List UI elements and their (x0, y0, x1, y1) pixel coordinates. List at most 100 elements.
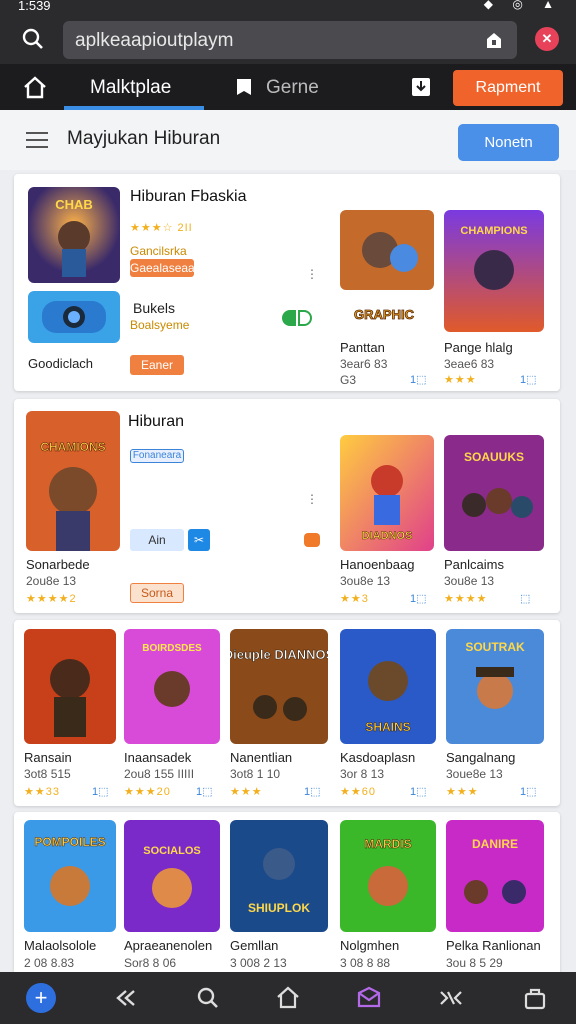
app-thumbnail[interactable]: CHAB (28, 187, 120, 283)
add-icon[interactable]: + (26, 983, 56, 1013)
menu-icon[interactable] (26, 132, 48, 148)
bag-icon[interactable] (522, 985, 548, 1011)
app-thumbnail[interactable]: MARDIS (340, 820, 436, 932)
app-name: Pelka Ranlionan (446, 938, 541, 953)
card-title: Hiburan Fbaskia (130, 188, 247, 205)
app-meta: G3 (340, 373, 357, 387)
app-badge: 1⬚ (520, 374, 537, 386)
app-sub: 3ot8 515 (24, 767, 71, 781)
app-badge: 1⬚ (304, 786, 321, 798)
profile-avatar-icon[interactable]: ✕ (535, 27, 559, 51)
app-thumbnail[interactable]: Dieuple DIANNOS (230, 629, 328, 744)
app-thumbnail[interactable]: SOCIALOS (124, 820, 220, 932)
app-meta: ★★★ (444, 374, 477, 386)
app-thumbnail[interactable]: DIADNOS (340, 435, 434, 551)
app-name: Nanentlian (230, 750, 293, 765)
featured-card-1: CHAB Hiburan Fbaskia ★★★☆ 2II Gancilsrka… (14, 174, 560, 391)
app-name: Malaolsolole (24, 938, 97, 953)
some-button[interactable]: Sorna (130, 583, 184, 603)
gamepad-thumbnail[interactable] (28, 291, 120, 343)
page-header: Mayjukan Hiburan Nonetn (0, 110, 576, 170)
app-name: Kasdoaplasn (340, 750, 416, 765)
app-sub: 3ou8e 13 (340, 574, 391, 588)
app-sub: 3or 8 13 (340, 767, 385, 781)
download-icon[interactable] (410, 76, 432, 98)
app-name: Inaansadek (124, 750, 192, 765)
item-sub: Boalsyeme (130, 318, 190, 332)
svg-text:SHAINS: SHAINS (365, 720, 410, 734)
row-label: Goodiclach (28, 356, 94, 371)
bookmark-icon[interactable] (234, 77, 254, 97)
home-icon[interactable] (275, 985, 301, 1011)
toggle-icon[interactable] (282, 310, 312, 326)
enter-button[interactable]: Eaner (130, 355, 184, 375)
app-thumbnail[interactable]: SOUTRAK (446, 629, 544, 744)
dots-icon[interactable]: ⋮ (306, 267, 318, 281)
bottom-nav: + (0, 972, 576, 1024)
report-button[interactable]: Rapment (453, 70, 563, 106)
app-meta: ★★★ (446, 786, 479, 798)
app-thumbnail[interactable]: SHIUPLOK (230, 820, 328, 932)
mini-chip[interactable]: Ain (130, 529, 184, 551)
app-meta: ★★★★ (444, 593, 488, 605)
tab-bar: Malktplae Gerne Rapment (0, 64, 576, 110)
app-name: Sonarbede (26, 557, 90, 572)
app-thumbnail[interactable]: SHAINS (340, 629, 436, 744)
app-thumbnail[interactable]: SOAUUKS (444, 435, 544, 551)
app-thumbnail[interactable]: CHAMPIONS (444, 210, 544, 332)
top-bar: 1:539 ◆ ◎ ▲ aplkeaapioutplaym ✕ (0, 0, 576, 64)
svg-text:MARDIS: MARDIS (364, 837, 411, 851)
svg-text:BOIRDSDES: BOIRDSDES (142, 643, 202, 654)
app-thumbnail[interactable]: DANIRE (446, 820, 544, 932)
app-sub: 2ou8 155 IIIII (124, 767, 195, 781)
app-badge: 1⬚ (196, 786, 213, 798)
app-sub: 3oue8e 13 (446, 767, 503, 781)
app-thumbnail[interactable] (24, 629, 116, 744)
back-icon[interactable] (112, 985, 138, 1011)
app-sub: 3 08 8 88 (340, 956, 391, 970)
app-name: Sangalnang (446, 750, 516, 765)
svg-text:DANIRE: DANIRE (472, 837, 518, 851)
app-sub: 2 08 8.83 (24, 956, 75, 970)
app-thumbnail[interactable]: BOIRDSDES (124, 629, 220, 744)
dots-icon[interactable]: ⋮ (306, 492, 318, 506)
mail-icon[interactable] (356, 985, 382, 1011)
home-icon[interactable] (22, 75, 48, 101)
app-thumbnail[interactable]: CHAMIONS (26, 411, 120, 551)
app-sub: Sor8 8 06 (124, 956, 177, 970)
install-button[interactable]: Gaealaseaa (130, 259, 195, 277)
svg-text:CHAB: CHAB (55, 197, 93, 212)
item-title: Bukels (133, 300, 176, 316)
app-meta: ★★60 (340, 786, 376, 798)
app-meta: ★★★ (230, 786, 263, 798)
svg-text:POMPOILES: POMPOILES (34, 835, 105, 849)
search-icon[interactable] (20, 26, 46, 52)
sort-icon[interactable] (438, 985, 464, 1011)
tag-icon (304, 533, 320, 547)
category-chip[interactable]: Fonaneara (130, 449, 184, 463)
header-action-button[interactable]: Nonetn (458, 124, 559, 161)
share-icon[interactable] (483, 29, 505, 51)
url-bar[interactable]: aplkeaapioutplaym (63, 21, 517, 59)
share-icon[interactable]: ✂ (188, 529, 210, 551)
svg-text:SHIUPLOK: SHIUPLOK (248, 901, 310, 915)
app-name: Nolgmhen (340, 938, 400, 953)
app-meta: ★★3 (340, 593, 369, 605)
svg-text:SOUTRAK: SOUTRAK (465, 640, 525, 654)
app-name: Ransain (24, 750, 72, 765)
app-name: Panlcaims (444, 557, 504, 572)
app-sub: 3ear6 83 (340, 357, 388, 371)
subtitle: Gancilsrka (130, 244, 187, 258)
url-text[interactable]: aplkeaapioutplaym (75, 30, 233, 52)
app-thumbnail[interactable] (340, 210, 434, 290)
rating: ★★★☆ 2II (130, 222, 193, 234)
app-sub: 2ou8e 13 (26, 574, 77, 588)
tab-game[interactable]: Gerne (266, 77, 319, 99)
svg-text:CHAMIONS: CHAMIONS (40, 440, 105, 454)
app-thumbnail[interactable]: POMPOILES (24, 820, 116, 932)
svg-text:CHAMPIONS: CHAMPIONS (460, 225, 527, 237)
status-time: 1:539 (18, 0, 51, 13)
svg-text:SOAUUKS: SOAUUKS (464, 450, 524, 464)
search-icon[interactable] (195, 985, 221, 1011)
tab-marketplace[interactable]: Malktplae (90, 77, 171, 99)
